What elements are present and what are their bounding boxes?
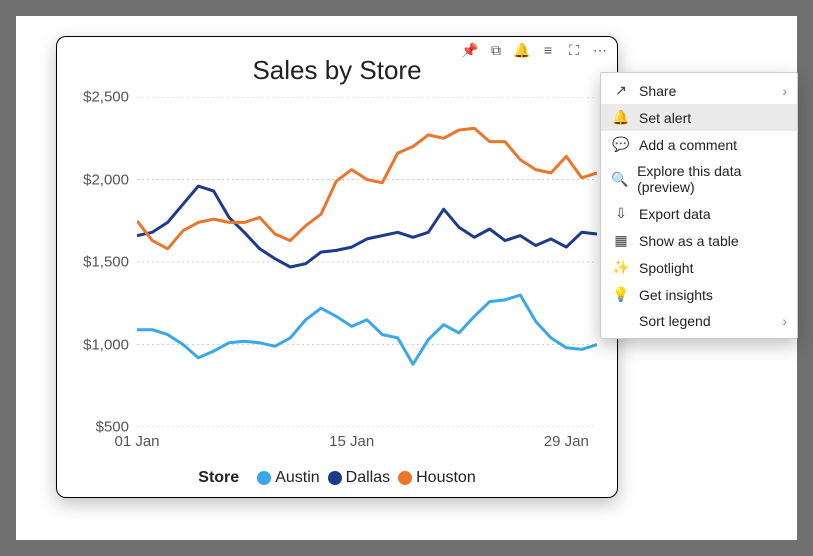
menu-item-label: Set alert — [639, 110, 691, 126]
chart-title: Sales by Store — [57, 55, 617, 86]
menu-item-add-a-comment[interactable]: 💬 Add a comment — [601, 131, 797, 158]
legend-swatch-dallas — [328, 471, 342, 485]
menu-item-label: Get insights — [639, 287, 713, 303]
legend-title: Store — [198, 469, 239, 486]
chevron-right-icon: › — [782, 313, 787, 329]
chart-legend: Store Austin Dallas Houston — [57, 469, 617, 487]
menu-item-export-data[interactable]: ⇩ Export data — [601, 200, 797, 227]
y-tick-label: $1,500 — [65, 254, 129, 271]
explore-icon: 🔍 — [611, 171, 629, 188]
y-tick-label: $1,000 — [65, 336, 129, 353]
y-tick-label: $2,000 — [65, 171, 129, 188]
menu-item-get-insights[interactable]: 💡 Get insights — [601, 281, 797, 308]
menu-item-spotlight[interactable]: ✨ Spotlight — [601, 254, 797, 281]
bell-icon: 🔔 — [611, 109, 631, 126]
stage: 📌⧉🔔≡⛶⋯ Sales by Store $500$1,000$1,500$2… — [16, 16, 797, 540]
legend-label-houston: Houston — [416, 469, 476, 486]
chevron-right-icon: › — [782, 83, 787, 99]
x-tick-label: 01 Jan — [114, 433, 159, 450]
context-menu: ↗ Share › 🔔 Set alert 💬 Add a comment 🔍 Explore … — [600, 72, 798, 339]
legend-label-austin: Austin — [275, 469, 319, 486]
menu-item-label: Show as a table — [639, 233, 739, 249]
menu-item-label: Spotlight — [639, 260, 693, 276]
spotlight-icon: ✨ — [611, 259, 631, 276]
series-line-dallas — [137, 186, 597, 267]
legend-swatch-houston — [398, 471, 412, 485]
chart-svg — [137, 97, 597, 427]
menu-item-label: Explore this data (preview) — [637, 163, 787, 195]
table-icon: ▦ — [611, 232, 631, 249]
menu-item-set-alert[interactable]: 🔔 Set alert — [601, 104, 797, 131]
chart-plot — [137, 97, 597, 427]
insights-icon: 💡 — [611, 286, 631, 303]
chart-card: 📌⧉🔔≡⛶⋯ Sales by Store $500$1,000$1,500$2… — [56, 36, 618, 498]
series-line-austin — [137, 295, 597, 364]
legend-label-dallas: Dallas — [346, 469, 390, 486]
menu-item-share[interactable]: ↗ Share › — [601, 77, 797, 104]
x-tick-label: 15 Jan — [329, 433, 374, 450]
menu-item-explore-this-data-preview[interactable]: 🔍 Explore this data (preview) — [601, 158, 797, 200]
legend-swatch-austin — [257, 471, 271, 485]
menu-item-label: Share — [639, 83, 676, 99]
comment-icon: 💬 — [611, 136, 631, 153]
menu-item-show-as-a-table[interactable]: ▦ Show as a table — [601, 227, 797, 254]
x-tick-label: 29 Jan — [544, 433, 589, 450]
menu-item-sort-legend[interactable]: Sort legend › — [601, 308, 797, 334]
menu-item-label: Sort legend — [639, 313, 711, 329]
menu-item-label: Export data — [639, 206, 711, 222]
menu-item-label: Add a comment — [639, 137, 737, 153]
export-icon: ⇩ — [611, 205, 631, 222]
y-tick-label: $2,500 — [65, 89, 129, 106]
share-icon: ↗ — [611, 82, 631, 99]
